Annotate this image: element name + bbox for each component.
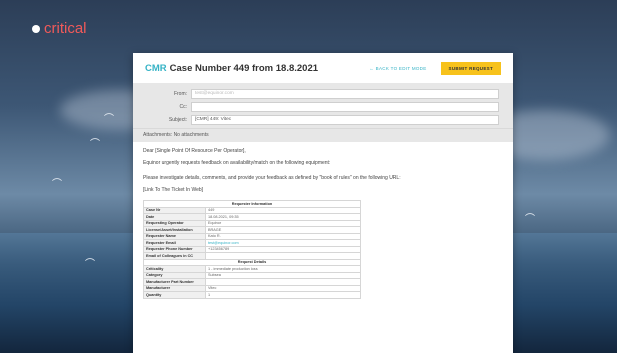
panel-header: CMR Case Number 449 from 18.8.2021 ← BACK… xyxy=(133,53,513,83)
subject-field[interactable]: [CMR] 449: Vitec xyxy=(191,114,499,125)
from-label: From: xyxy=(173,90,187,97)
instruction-text: Please investigate details, comments, an… xyxy=(143,175,401,181)
table-row: Quantity 1 xyxy=(143,291,361,299)
bird-icon: ⌒ xyxy=(90,139,100,150)
page-title: CMR Case Number 449 from 18.8.2021 xyxy=(145,63,318,74)
message-body: Dear [Single Point Of Resource Per Opera… xyxy=(133,142,513,305)
back-to-edit-link[interactable]: ← BACK TO EDIT MODE xyxy=(369,66,426,71)
bird-icon: ⌒ xyxy=(525,214,535,225)
submit-request-button[interactable]: SUBMIT REQUEST xyxy=(440,61,501,75)
row-value: 1 xyxy=(205,291,361,299)
app-logo[interactable]: critical xyxy=(32,20,87,37)
greeting-text: Dear [Single Point Of Resource Per Opera… xyxy=(143,148,246,154)
subject-row: Subject: [CMR] 449: Vitec xyxy=(147,113,499,126)
row-key: Quantity xyxy=(143,291,206,299)
cc-row: Cc: xyxy=(147,100,499,113)
email-fields: From: test@equinor.com Cc: Subject: [CMR… xyxy=(133,83,513,128)
from-row: From: test@equinor.com xyxy=(147,87,499,100)
cc-field[interactable] xyxy=(191,101,499,112)
circle-dot-icon xyxy=(32,24,40,33)
requester-table: Requester Information Case Nr 449 Date 18.08… xyxy=(143,200,361,299)
attachments-label: Attachments: No attachments xyxy=(133,128,513,142)
case-title: Case Number 449 from 18.8.2021 xyxy=(169,62,319,74)
bird-icon: ⌒ xyxy=(85,259,95,270)
logo-text: critical xyxy=(44,20,87,37)
brand-label: CMR xyxy=(145,62,167,74)
request-text: Equinor urgently requests feedback on av… xyxy=(143,160,331,166)
subject-label: Subject: xyxy=(168,116,187,123)
bird-icon: ⌒ xyxy=(104,114,114,125)
email-preview-panel: CMR Case Number 449 from 18.8.2021 ← BACK… xyxy=(133,53,513,353)
bird-icon: ⌒ xyxy=(52,179,62,190)
ticket-link[interactable]: [Link To The Ticket In Web] xyxy=(143,187,503,194)
cc-label: Cc: xyxy=(179,103,188,110)
from-field[interactable]: test@equinor.com xyxy=(191,88,499,99)
